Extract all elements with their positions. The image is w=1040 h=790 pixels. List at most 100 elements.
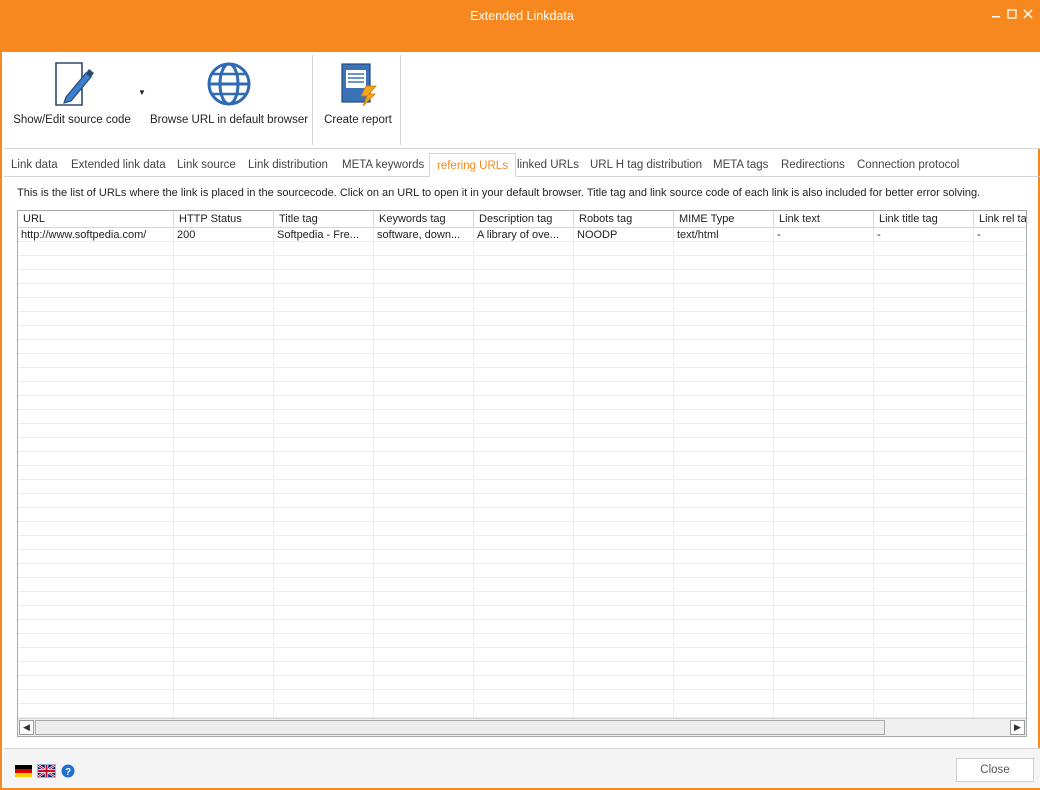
- table-cell: [274, 564, 374, 578]
- column-header[interactable]: HTTP Status: [174, 211, 274, 228]
- table-cell: [574, 564, 674, 578]
- table-cell: [774, 648, 874, 662]
- german-flag-icon[interactable]: [15, 765, 32, 777]
- table-cell: Softpedia - Fre...: [274, 228, 374, 242]
- table-cell: [18, 704, 174, 718]
- tab-meta-keywords[interactable]: META keywords: [335, 153, 431, 177]
- table-cell: [974, 452, 1026, 466]
- tab-url-h-tag-distribution[interactable]: URL H tag distribution: [583, 153, 709, 177]
- table-cell: [974, 298, 1026, 312]
- column-header[interactable]: Robots tag: [574, 211, 674, 228]
- browse-url-button[interactable]: Browse URL in default browser: [150, 58, 308, 138]
- scroll-left-icon[interactable]: ◀: [19, 720, 34, 735]
- table-row: [18, 606, 1026, 620]
- table-cell: [474, 662, 574, 676]
- tab-link-distribution[interactable]: Link distribution: [241, 153, 335, 177]
- table-cell: [774, 662, 874, 676]
- table-cell: [18, 606, 174, 620]
- table-cell: [374, 480, 474, 494]
- scroll-right-icon[interactable]: ▶: [1010, 720, 1025, 735]
- table-cell: [574, 662, 674, 676]
- table-row: [18, 438, 1026, 452]
- table-row[interactable]: http://www.softpedia.com/200 Softpedia - …: [18, 228, 1026, 242]
- table-cell: [474, 382, 574, 396]
- table-cell: [874, 340, 974, 354]
- table-cell: [474, 424, 574, 438]
- column-header[interactable]: Link rel tag: [974, 211, 1026, 228]
- create-report-button[interactable]: Create report: [318, 58, 398, 138]
- tab-refering-urls[interactable]: refering URLs: [429, 153, 516, 177]
- table-cell: [474, 634, 574, 648]
- table-cell: [874, 662, 974, 676]
- tab-link-data[interactable]: Link data: [4, 153, 65, 177]
- tab-connection-protocol[interactable]: Connection protocol: [850, 153, 966, 177]
- table-cell: [474, 438, 574, 452]
- horizontal-scrollbar[interactable]: ◀ ▶: [18, 718, 1026, 736]
- table-cell: [174, 704, 274, 718]
- column-header[interactable]: Keywords tag: [374, 211, 474, 228]
- table-cell: [674, 550, 774, 564]
- close-button[interactable]: Close: [956, 758, 1034, 782]
- tab-meta-tags[interactable]: META tags: [706, 153, 775, 177]
- table-cell: [674, 424, 774, 438]
- table-cell: [874, 298, 974, 312]
- table-cell: [674, 242, 774, 256]
- minimize-icon[interactable]: [988, 6, 1004, 22]
- table-cell: [574, 410, 674, 424]
- tab-link-source[interactable]: Link source: [170, 153, 243, 177]
- table-cell: [674, 340, 774, 354]
- table-cell: [174, 466, 274, 480]
- table-cell: [974, 592, 1026, 606]
- table-cell: [174, 508, 274, 522]
- maximize-icon[interactable]: [1004, 6, 1020, 22]
- table-cell: [174, 326, 274, 340]
- table-cell: [174, 494, 274, 508]
- table-cell: [874, 424, 974, 438]
- tab-linked-urls[interactable]: linked URLs: [510, 153, 586, 177]
- table-cell: 200: [174, 228, 274, 242]
- urls-grid: URL HTTP Status Title tag Keywords tag Descr…: [17, 210, 1027, 737]
- column-header[interactable]: Link text: [774, 211, 874, 228]
- table-cell: [974, 410, 1026, 424]
- uk-flag-icon[interactable]: [37, 764, 56, 778]
- table-cell: [174, 438, 274, 452]
- column-header[interactable]: Title tag: [274, 211, 374, 228]
- tab-redirections[interactable]: Redirections: [774, 153, 852, 177]
- table-cell: [974, 284, 1026, 298]
- table-row: [18, 522, 1026, 536]
- column-header[interactable]: MIME Type: [674, 211, 774, 228]
- table-row: [18, 550, 1026, 564]
- browse-url-label: Browse URL in default browser: [150, 114, 309, 126]
- table-cell: [774, 354, 874, 368]
- table-cell: [18, 382, 174, 396]
- tab-extended-link-data[interactable]: Extended link data: [64, 153, 173, 177]
- window-title: Extended Linkdata: [470, 9, 574, 23]
- scroll-thumb[interactable]: [35, 720, 885, 735]
- table-cell: [874, 704, 974, 718]
- table-cell: [774, 508, 874, 522]
- table-cell: [574, 704, 674, 718]
- table-cell: [974, 326, 1026, 340]
- table-cell: [374, 368, 474, 382]
- table-cell: [18, 256, 174, 270]
- table-cell: [674, 690, 774, 704]
- table-cell: http://www.softpedia.com/: [18, 228, 174, 242]
- help-icon[interactable]: ?: [61, 764, 75, 778]
- table-cell: [274, 368, 374, 382]
- close-icon[interactable]: [1020, 6, 1036, 22]
- show-edit-source-button[interactable]: Show/Edit source code: [12, 58, 132, 138]
- column-header[interactable]: URL: [18, 211, 174, 228]
- dropdown-arrow-icon[interactable]: ▼: [138, 88, 146, 97]
- table-cell: [174, 648, 274, 662]
- table-cell: [374, 298, 474, 312]
- table-cell: [18, 480, 174, 494]
- create-report-label: Create report: [324, 114, 392, 126]
- table-cell: [18, 298, 174, 312]
- column-header[interactable]: Link title tag: [874, 211, 974, 228]
- table-cell: [274, 676, 374, 690]
- table-cell: [18, 676, 174, 690]
- column-header[interactable]: Description tag: [474, 211, 574, 228]
- table-cell: [874, 592, 974, 606]
- table-cell: [574, 270, 674, 284]
- table-cell: [374, 284, 474, 298]
